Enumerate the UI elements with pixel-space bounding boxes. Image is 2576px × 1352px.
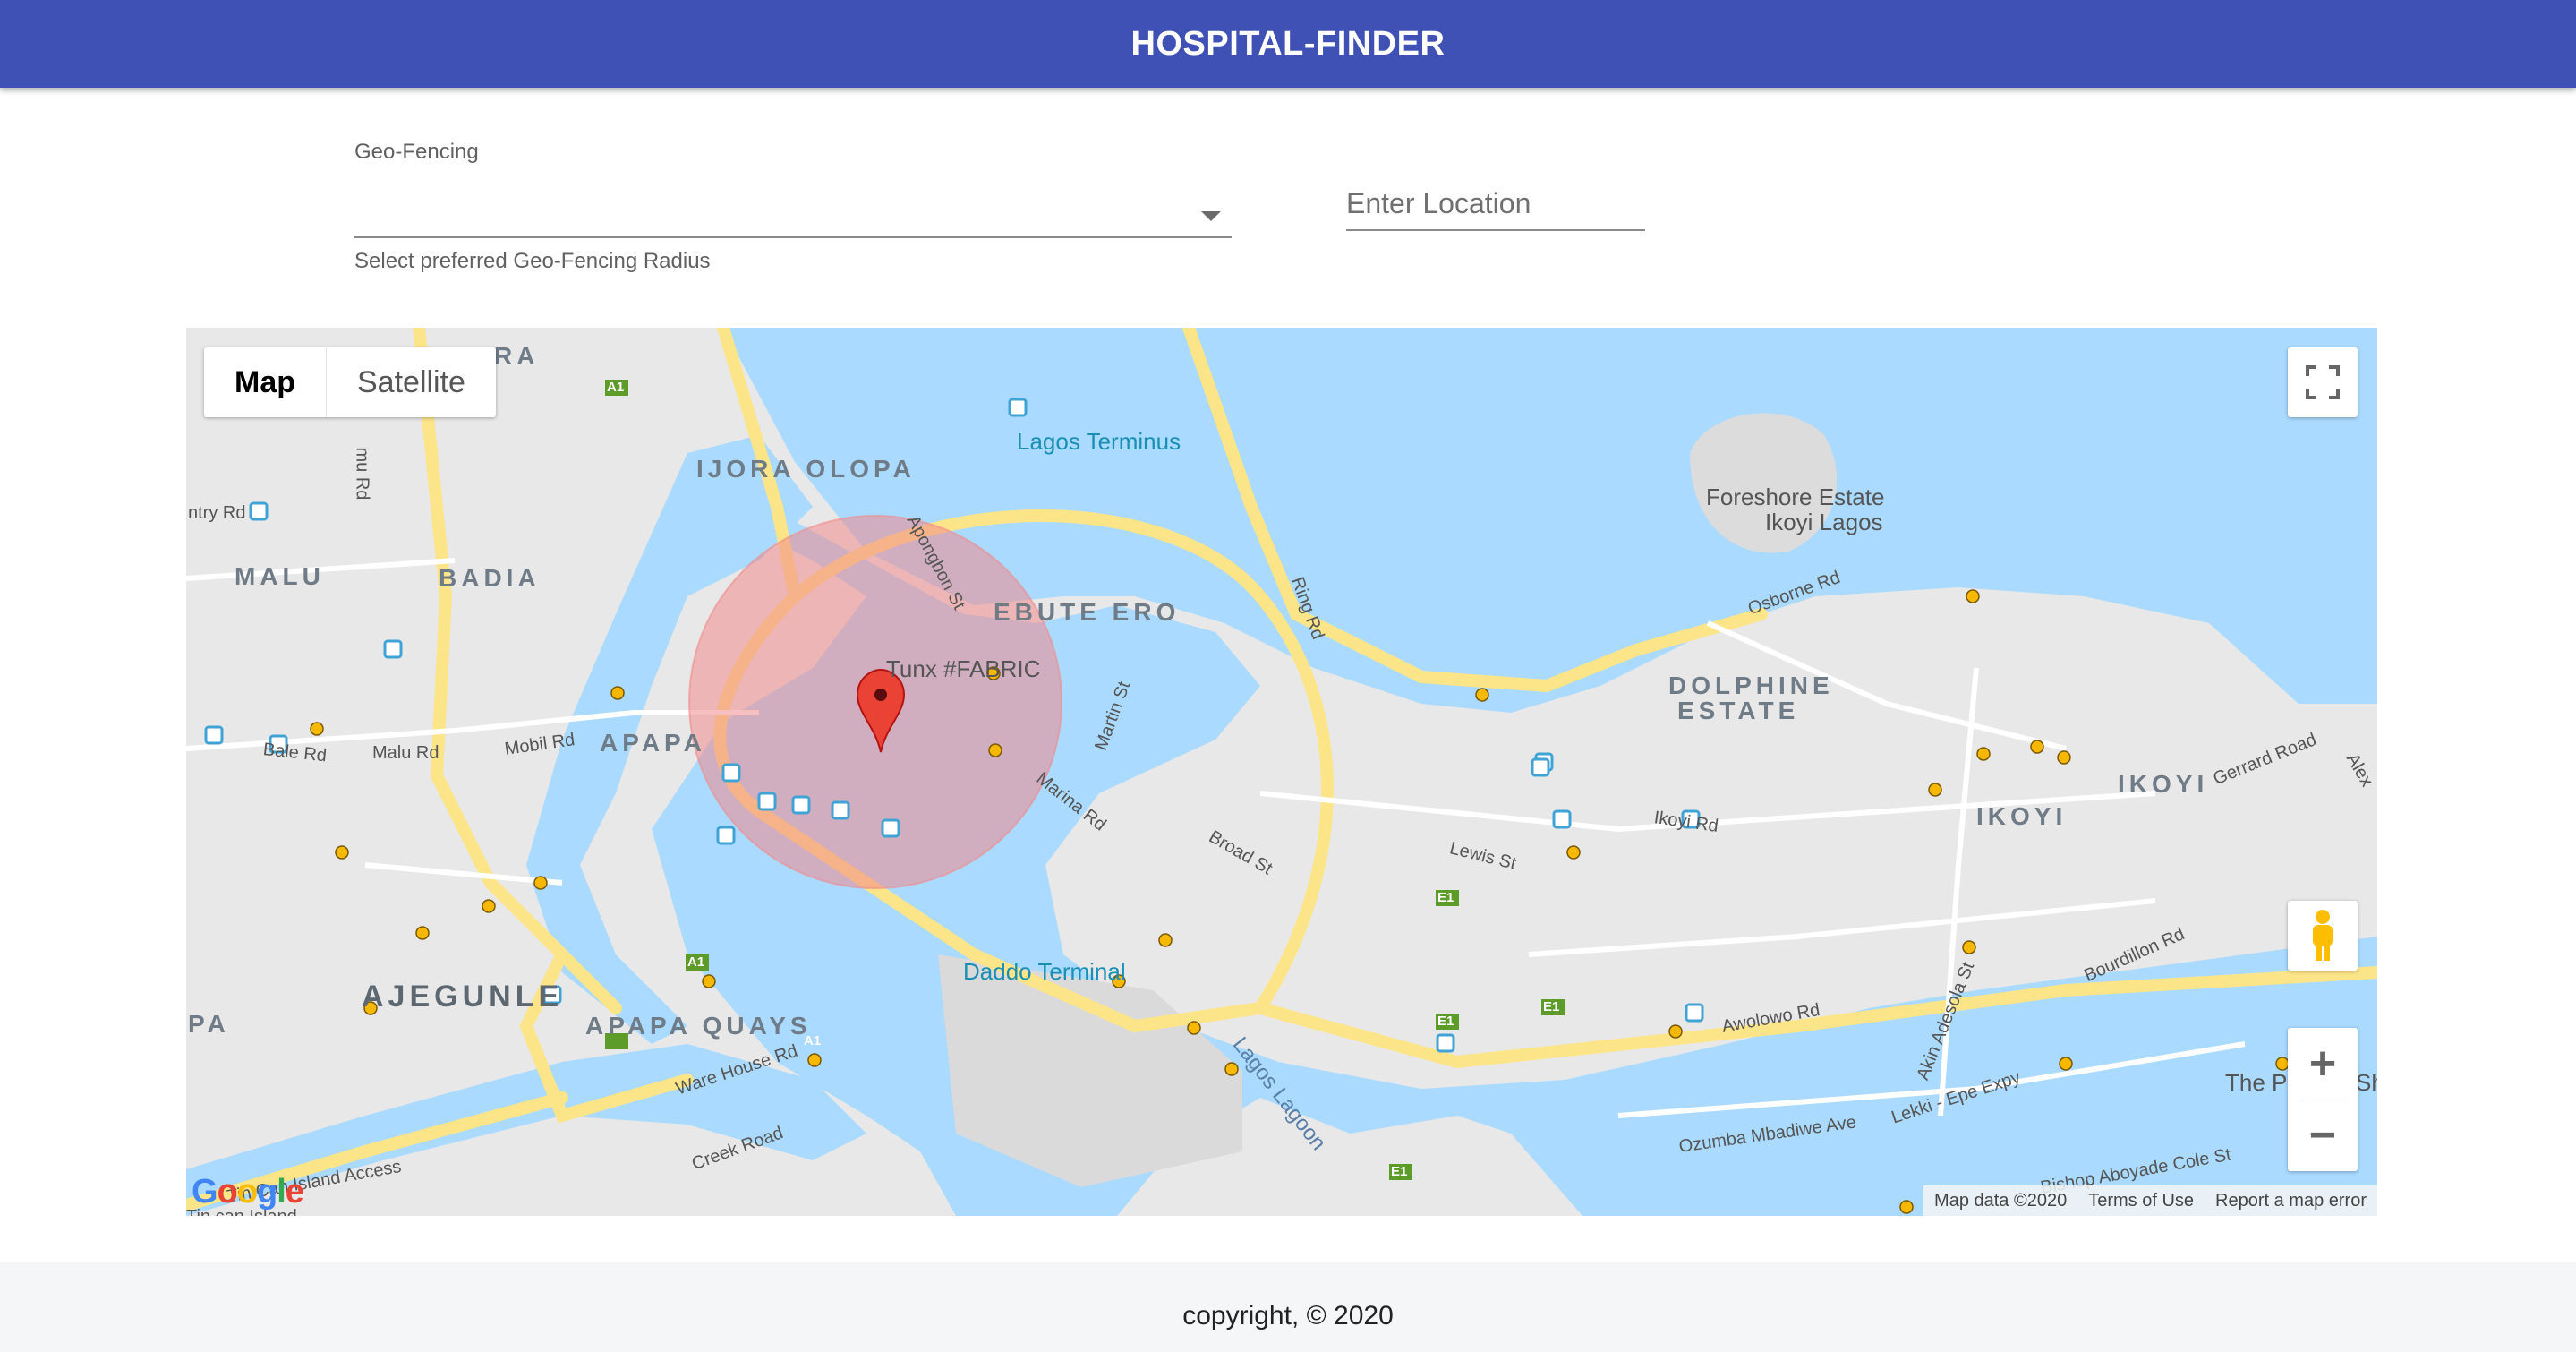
zoom-control[interactable]: + − [2288, 1028, 2358, 1171]
street-label: ntry Rd [188, 503, 246, 523]
area-label: EBUTE ERO [994, 598, 1181, 626]
street-view-pegman-button[interactable] [2288, 901, 2358, 971]
area-label: BADIA [439, 564, 541, 592]
map-type-toggle[interactable]: Map Satellite [204, 347, 496, 417]
map-pin-dot [874, 689, 887, 701]
zoom-out-button[interactable]: − [2288, 1100, 2358, 1172]
copyright-text: copyright, © 2020 [1182, 1301, 1394, 1331]
map-type-map-button[interactable]: Map [204, 347, 327, 417]
geo-fencing-helper-text: Select preferred Geo-Fencing Radius [354, 249, 711, 273]
footer: copyright, © 2020 [0, 1262, 2576, 1352]
street-label: Malu Rd [372, 743, 439, 763]
app-title: HOSPITAL-FINDER [1130, 24, 1446, 63]
area-label: APAPA [600, 729, 706, 757]
geo-fencing-dropdown[interactable] [354, 184, 1232, 238]
area-label: PA [188, 1010, 230, 1038]
badge-text: E1 [1437, 1014, 1454, 1029]
area-label: AJEGUNLE [362, 980, 564, 1014]
street-label: mu Rd [352, 447, 372, 501]
poi-label[interactable]: Daddo Terminal [963, 958, 1126, 986]
area-label: IKOYI [1976, 802, 2068, 830]
app-bar: HOSPITAL-FINDER [0, 0, 2576, 88]
zoom-in-button[interactable]: + [2288, 1028, 2358, 1100]
terms-of-use-link[interactable]: Terms of Use [2088, 1191, 2194, 1211]
map-type-satellite-button[interactable]: Satellite [327, 347, 496, 417]
poi-label[interactable]: Tunx #FABRIC [886, 655, 1040, 683]
badge-text: A1 [607, 380, 625, 395]
report-map-error-link[interactable]: Report a map error [2215, 1191, 2367, 1211]
poi-label[interactable]: Sh [2356, 1069, 2377, 1097]
chevron-down-icon[interactable] [1201, 211, 1221, 221]
poi-label[interactable]: Foreshore Estate [1706, 483, 1884, 511]
map-view[interactable]: A1 A1 A1 E1 E1 E1 E1 IJORA OLOPA MALU BA… [186, 328, 2377, 1216]
area-label: IJORA OLOPA [696, 455, 916, 483]
area-label: IKOYI [2118, 770, 2209, 798]
fullscreen-button[interactable] [2288, 347, 2358, 417]
area-label: ESTATE [1677, 697, 1800, 724]
map-attribution: Map data ©2020 Terms of Use Report a map… [1923, 1185, 2377, 1216]
geo-fencing-label: Geo-Fencing [354, 140, 479, 164]
pegman-icon [2313, 910, 2333, 961]
geo-fencing-select[interactable]: Geo-Fencing Select preferred Geo-Fencing… [354, 140, 1232, 274]
google-logo[interactable]: Google [192, 1173, 304, 1211]
badge-text: A1 [687, 954, 705, 970]
badge-text: E1 [1543, 999, 1560, 1014]
badge-text: E1 [1391, 1164, 1408, 1179]
area-label: RA [494, 342, 540, 370]
badge-text: E1 [1437, 890, 1454, 905]
poi-label[interactable]: The P [2225, 1069, 2287, 1097]
poi-label[interactable]: Lagos Terminus [1017, 428, 1181, 456]
location-input[interactable] [1346, 177, 1645, 231]
fullscreen-icon [2306, 365, 2340, 399]
area-label: APAPA QUAYS [585, 1012, 812, 1040]
area-label: MALU [235, 562, 325, 590]
poi-label[interactable]: Ikoyi Lagos [1765, 509, 1883, 536]
map-data-text: Map data ©2020 [1934, 1190, 2068, 1211]
